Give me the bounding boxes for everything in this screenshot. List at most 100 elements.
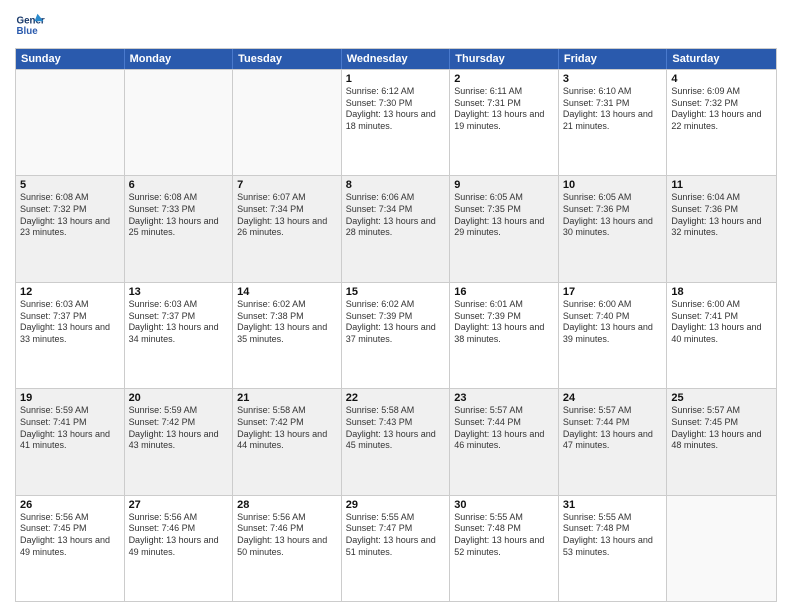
day-number: 5 [20,179,120,191]
cell-info: Sunrise: 6:09 AM Sunset: 7:32 PM Dayligh… [671,86,772,133]
day-number: 11 [671,179,772,191]
calendar-body: 1Sunrise: 6:12 AM Sunset: 7:30 PM Daylig… [16,69,776,601]
cell-info: Sunrise: 5:57 AM Sunset: 7:44 PM Dayligh… [563,405,663,452]
calendar-cell [667,496,776,601]
cell-info: Sunrise: 6:08 AM Sunset: 7:33 PM Dayligh… [129,192,229,239]
calendar-cell: 14Sunrise: 6:02 AM Sunset: 7:38 PM Dayli… [233,283,342,388]
day-number: 18 [671,286,772,298]
cell-info: Sunrise: 6:02 AM Sunset: 7:38 PM Dayligh… [237,299,337,346]
cell-info: Sunrise: 5:58 AM Sunset: 7:42 PM Dayligh… [237,405,337,452]
day-number: 3 [563,73,663,85]
calendar-cell: 11Sunrise: 6:04 AM Sunset: 7:36 PM Dayli… [667,176,776,281]
day-number: 29 [346,499,446,511]
calendar-row: 12Sunrise: 6:03 AM Sunset: 7:37 PM Dayli… [16,282,776,388]
day-number: 30 [454,499,554,511]
cell-info: Sunrise: 6:00 AM Sunset: 7:40 PM Dayligh… [563,299,663,346]
day-number: 19 [20,392,120,404]
day-number: 10 [563,179,663,191]
calendar-cell: 31Sunrise: 5:55 AM Sunset: 7:48 PM Dayli… [559,496,668,601]
calendar-row: 26Sunrise: 5:56 AM Sunset: 7:45 PM Dayli… [16,495,776,601]
cell-info: Sunrise: 6:01 AM Sunset: 7:39 PM Dayligh… [454,299,554,346]
cell-info: Sunrise: 6:07 AM Sunset: 7:34 PM Dayligh… [237,192,337,239]
cell-info: Sunrise: 5:59 AM Sunset: 7:41 PM Dayligh… [20,405,120,452]
cell-info: Sunrise: 6:11 AM Sunset: 7:31 PM Dayligh… [454,86,554,133]
calendar-cell: 21Sunrise: 5:58 AM Sunset: 7:42 PM Dayli… [233,389,342,494]
header: General Blue [15,10,777,40]
day-number: 23 [454,392,554,404]
calendar-row: 19Sunrise: 5:59 AM Sunset: 7:41 PM Dayli… [16,388,776,494]
cell-info: Sunrise: 5:57 AM Sunset: 7:44 PM Dayligh… [454,405,554,452]
calendar-cell: 5Sunrise: 6:08 AM Sunset: 7:32 PM Daylig… [16,176,125,281]
day-of-week-header: Sunday [16,49,125,69]
day-number: 17 [563,286,663,298]
calendar-cell: 17Sunrise: 6:00 AM Sunset: 7:40 PM Dayli… [559,283,668,388]
day-number: 26 [20,499,120,511]
calendar-cell: 15Sunrise: 6:02 AM Sunset: 7:39 PM Dayli… [342,283,451,388]
calendar-cell: 18Sunrise: 6:00 AM Sunset: 7:41 PM Dayli… [667,283,776,388]
day-number: 12 [20,286,120,298]
calendar-cell: 22Sunrise: 5:58 AM Sunset: 7:43 PM Dayli… [342,389,451,494]
cell-info: Sunrise: 6:05 AM Sunset: 7:36 PM Dayligh… [563,192,663,239]
cell-info: Sunrise: 6:12 AM Sunset: 7:30 PM Dayligh… [346,86,446,133]
day-of-week-header: Wednesday [342,49,451,69]
day-of-week-header: Monday [125,49,234,69]
cell-info: Sunrise: 5:56 AM Sunset: 7:45 PM Dayligh… [20,512,120,559]
calendar-cell: 16Sunrise: 6:01 AM Sunset: 7:39 PM Dayli… [450,283,559,388]
calendar-cell: 19Sunrise: 5:59 AM Sunset: 7:41 PM Dayli… [16,389,125,494]
calendar-header: SundayMondayTuesdayWednesdayThursdayFrid… [16,49,776,69]
calendar-cell: 12Sunrise: 6:03 AM Sunset: 7:37 PM Dayli… [16,283,125,388]
cell-info: Sunrise: 5:55 AM Sunset: 7:48 PM Dayligh… [563,512,663,559]
cell-info: Sunrise: 5:55 AM Sunset: 7:48 PM Dayligh… [454,512,554,559]
calendar-cell: 28Sunrise: 5:56 AM Sunset: 7:46 PM Dayli… [233,496,342,601]
cell-info: Sunrise: 6:02 AM Sunset: 7:39 PM Dayligh… [346,299,446,346]
calendar-cell: 27Sunrise: 5:56 AM Sunset: 7:46 PM Dayli… [125,496,234,601]
calendar-cell: 30Sunrise: 5:55 AM Sunset: 7:48 PM Dayli… [450,496,559,601]
day-number: 13 [129,286,229,298]
calendar-cell: 26Sunrise: 5:56 AM Sunset: 7:45 PM Dayli… [16,496,125,601]
cell-info: Sunrise: 5:56 AM Sunset: 7:46 PM Dayligh… [129,512,229,559]
calendar-cell: 25Sunrise: 5:57 AM Sunset: 7:45 PM Dayli… [667,389,776,494]
cell-info: Sunrise: 6:10 AM Sunset: 7:31 PM Dayligh… [563,86,663,133]
calendar-cell: 8Sunrise: 6:06 AM Sunset: 7:34 PM Daylig… [342,176,451,281]
svg-text:Blue: Blue [17,26,39,37]
cell-info: Sunrise: 5:58 AM Sunset: 7:43 PM Dayligh… [346,405,446,452]
day-number: 24 [563,392,663,404]
calendar-cell: 20Sunrise: 5:59 AM Sunset: 7:42 PM Dayli… [125,389,234,494]
day-number: 2 [454,73,554,85]
day-number: 16 [454,286,554,298]
cell-info: Sunrise: 6:06 AM Sunset: 7:34 PM Dayligh… [346,192,446,239]
day-number: 1 [346,73,446,85]
calendar-cell: 3Sunrise: 6:10 AM Sunset: 7:31 PM Daylig… [559,70,668,175]
cell-info: Sunrise: 6:08 AM Sunset: 7:32 PM Dayligh… [20,192,120,239]
page: General Blue SundayMondayTuesdayWednesda… [0,0,792,612]
calendar-cell: 7Sunrise: 6:07 AM Sunset: 7:34 PM Daylig… [233,176,342,281]
calendar-cell: 9Sunrise: 6:05 AM Sunset: 7:35 PM Daylig… [450,176,559,281]
day-number: 8 [346,179,446,191]
calendar-cell: 23Sunrise: 5:57 AM Sunset: 7:44 PM Dayli… [450,389,559,494]
day-number: 25 [671,392,772,404]
calendar-cell: 13Sunrise: 6:03 AM Sunset: 7:37 PM Dayli… [125,283,234,388]
calendar-cell: 1Sunrise: 6:12 AM Sunset: 7:30 PM Daylig… [342,70,451,175]
calendar: SundayMondayTuesdayWednesdayThursdayFrid… [15,48,777,602]
calendar-cell: 2Sunrise: 6:11 AM Sunset: 7:31 PM Daylig… [450,70,559,175]
day-number: 21 [237,392,337,404]
cell-info: Sunrise: 6:00 AM Sunset: 7:41 PM Dayligh… [671,299,772,346]
day-of-week-header: Thursday [450,49,559,69]
day-number: 15 [346,286,446,298]
day-of-week-header: Tuesday [233,49,342,69]
cell-info: Sunrise: 6:03 AM Sunset: 7:37 PM Dayligh… [129,299,229,346]
logo-icon: General Blue [15,10,45,40]
day-number: 28 [237,499,337,511]
cell-info: Sunrise: 6:05 AM Sunset: 7:35 PM Dayligh… [454,192,554,239]
day-of-week-header: Friday [559,49,668,69]
cell-info: Sunrise: 5:56 AM Sunset: 7:46 PM Dayligh… [237,512,337,559]
day-number: 27 [129,499,229,511]
calendar-row: 1Sunrise: 6:12 AM Sunset: 7:30 PM Daylig… [16,69,776,175]
calendar-cell [16,70,125,175]
logo: General Blue [15,10,49,40]
cell-info: Sunrise: 6:03 AM Sunset: 7:37 PM Dayligh… [20,299,120,346]
day-number: 9 [454,179,554,191]
day-number: 31 [563,499,663,511]
cell-info: Sunrise: 6:04 AM Sunset: 7:36 PM Dayligh… [671,192,772,239]
day-number: 7 [237,179,337,191]
